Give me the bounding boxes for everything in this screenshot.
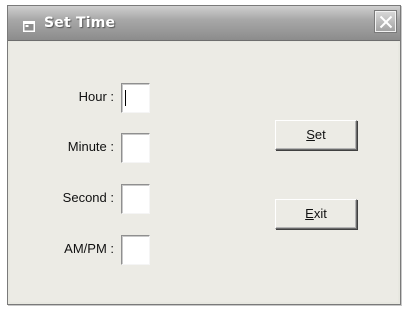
- close-icon: [379, 15, 393, 29]
- exit-button[interactable]: Exit: [275, 199, 357, 229]
- close-button[interactable]: [374, 10, 397, 33]
- hour-input[interactable]: [121, 83, 150, 113]
- app-window-icon: [23, 17, 35, 32]
- set-button-label: et: [314, 127, 326, 142]
- minute-label: Minute :: [67, 139, 114, 154]
- exit-button-accel: E: [305, 206, 314, 221]
- form-area: Hour : Minute : Second : AM/PM : Set Exi…: [10, 42, 398, 302]
- second-input[interactable]: [121, 184, 150, 214]
- exit-button-label: xit: [313, 206, 327, 221]
- second-label: Second :: [62, 190, 114, 205]
- minute-input[interactable]: [121, 133, 150, 163]
- set-time-window: Set Time Hour : Minute : Second : AM/PM …: [7, 5, 401, 305]
- hour-label: Hour :: [78, 89, 114, 104]
- ampm-label: AM/PM :: [64, 241, 114, 256]
- title-bar[interactable]: Set Time: [8, 6, 400, 41]
- set-button[interactable]: Set: [275, 120, 357, 150]
- set-button-accel: S: [306, 127, 315, 142]
- ampm-input[interactable]: [121, 235, 150, 265]
- window-title: Set Time: [44, 15, 116, 31]
